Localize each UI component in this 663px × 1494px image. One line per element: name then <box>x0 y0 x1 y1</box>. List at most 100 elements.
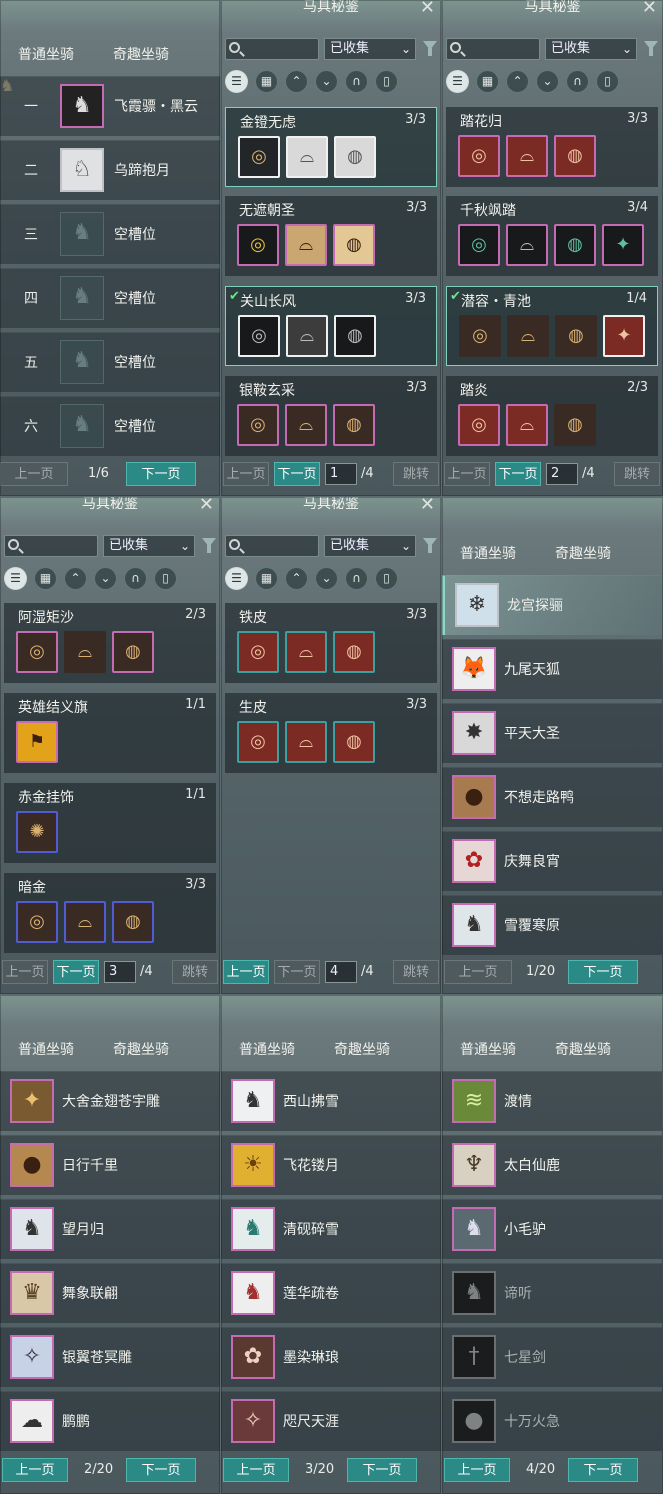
gear-set-item[interactable]: 踏花归 3/3 ◎ ⌓ ◍ <box>446 107 658 187</box>
tab-fun-mount[interactable]: 奇趣坐骑 <box>113 44 169 64</box>
armor-icon[interactable]: ◍ <box>333 631 375 673</box>
next-page-button[interactable]: 下一页 <box>274 462 320 486</box>
next-page-button[interactable]: 下一页 <box>53 960 99 984</box>
saddle-category-icon[interactable]: ⌄ <box>315 70 338 93</box>
close-icon[interactable]: ✕ <box>420 0 435 17</box>
saddle-icon[interactable]: ⌓ <box>64 901 106 943</box>
stirrup-category-icon[interactable]: ∩ <box>345 567 368 590</box>
slot-row-3[interactable]: 三 ♞ 空槽位 <box>0 204 220 264</box>
mount-row[interactable]: ♞ 西山拂雪 <box>221 1071 441 1131</box>
banner-icon[interactable]: ⚑ <box>16 721 58 763</box>
funnel-icon[interactable] <box>423 41 437 56</box>
saddle-category-icon[interactable]: ⌄ <box>94 567 117 590</box>
armor-icon[interactable]: ◍ <box>554 224 596 266</box>
armor-icon[interactable]: ◍ <box>333 224 375 266</box>
mount-row[interactable]: ✦ 大舍金翅苍宇雕 <box>0 1071 220 1131</box>
armor-icon[interactable]: ◍ <box>554 404 596 446</box>
mount-row[interactable]: ✿ 庆舞良宵 <box>442 831 662 891</box>
prev-page-button[interactable]: 上一页 <box>444 462 490 486</box>
stirrup-category-icon[interactable]: ∩ <box>566 70 589 93</box>
ornament-category-icon[interactable]: ▯ <box>154 567 177 590</box>
gear-set-item[interactable]: 无遮朝圣 3/3 ◎ ⌓ ◍ <box>225 196 437 276</box>
page-input[interactable]: 4 <box>325 961 357 983</box>
tab-normal-mount[interactable]: 普通坐骑 <box>239 1039 295 1059</box>
jump-button[interactable]: 跳转 <box>172 960 218 984</box>
grid-category-icon[interactable]: ▦ <box>476 70 499 93</box>
next-page-button[interactable]: 下一页 <box>347 1458 417 1482</box>
gear-set-item[interactable]: 踏炎 2/3 ◎ ⌓ ◍ <box>446 376 658 456</box>
next-page-button[interactable]: 下一页 <box>274 960 320 984</box>
slot-row-4[interactable]: 四 ♞ 空槽位 <box>0 268 220 328</box>
search-input[interactable] <box>4 535 98 557</box>
close-icon[interactable]: ✕ <box>199 497 214 514</box>
prev-page-button[interactable]: 上一页 <box>223 1458 289 1482</box>
mount-row[interactable]: † 七星剑 <box>442 1327 662 1387</box>
saddle-icon[interactable]: ⌓ <box>285 224 327 266</box>
tab-normal-mount[interactable]: 普通坐骑 <box>460 1039 516 1059</box>
bridle-icon[interactable]: ◎ <box>458 404 500 446</box>
collected-filter-select[interactable]: 已收集 ⌄ <box>324 535 416 557</box>
mount-row[interactable]: ● 十万火急 <box>442 1391 662 1451</box>
gear-set-item[interactable]: ✔ 关山长风 3/3 ◎ ⌓ ◍ <box>225 286 437 366</box>
armor-icon[interactable]: ◍ <box>334 136 376 178</box>
saddle-icon[interactable]: ⌓ <box>285 631 327 673</box>
mount-row[interactable]: ♞ 莲华疏卷 <box>221 1263 441 1323</box>
armor-icon[interactable]: ◍ <box>333 721 375 763</box>
mount-row[interactable]: ♛ 舞象联翩 <box>0 1263 220 1323</box>
saddle-icon[interactable]: ⌓ <box>286 315 328 357</box>
head-category-icon[interactable]: ⌃ <box>506 70 529 93</box>
gear-set-item[interactable]: 铁皮 3/3 ◎ ⌓ ◍ <box>225 603 437 683</box>
armor-icon[interactable]: ◍ <box>333 404 375 446</box>
mount-row[interactable]: ♞ 谛听 <box>442 1263 662 1323</box>
collected-filter-select[interactable]: 已收集 ⌄ <box>545 38 637 60</box>
bridle-icon[interactable]: ◎ <box>237 721 279 763</box>
collected-filter-select[interactable]: 已收集 ⌄ <box>324 38 416 60</box>
prev-page-button[interactable]: 上一页 <box>223 462 269 486</box>
jump-button[interactable]: 跳转 <box>393 462 439 486</box>
next-page-button[interactable]: 下一页 <box>126 462 196 486</box>
bridle-icon[interactable]: ◎ <box>238 136 280 178</box>
armor-icon[interactable]: ◍ <box>555 315 597 357</box>
saddle-icon[interactable]: ⌓ <box>285 721 327 763</box>
slot-row-2[interactable]: 二 ♘ 乌蹄抱月 <box>0 140 220 200</box>
ornament-icon[interactable]: ✦ <box>602 224 644 266</box>
grid-category-icon[interactable]: ▦ <box>255 567 278 590</box>
tab-normal-mount[interactable]: 普通坐骑 <box>18 1039 74 1059</box>
prev-page-button[interactable]: 上一页 <box>444 960 512 984</box>
mount-row[interactable]: ❄ 龙宫探骊 <box>442 575 662 635</box>
close-icon[interactable]: ✕ <box>420 497 435 514</box>
mount-row[interactable]: ● 不想走路鸭 <box>442 767 662 827</box>
next-page-button[interactable]: 下一页 <box>495 462 541 486</box>
armor-icon[interactable]: ◍ <box>112 631 154 673</box>
mount-row[interactable]: ♆ 太白仙鹿 <box>442 1135 662 1195</box>
prev-page-button[interactable]: 上一页 <box>2 1458 68 1482</box>
gear-set-item[interactable]: 千秋飒踏 3/4 ◎ ⌓ ◍ ✦ <box>446 196 658 276</box>
prev-page-button[interactable]: 上一页 <box>444 1458 510 1482</box>
bridle-icon[interactable]: ◎ <box>237 404 279 446</box>
gear-set-item[interactable]: 英雄结义旗 1/1 ⚑ <box>4 693 216 773</box>
bridle-icon[interactable]: ◎ <box>237 631 279 673</box>
funnel-icon[interactable] <box>423 538 437 553</box>
saddle-icon[interactable]: ⌓ <box>506 224 548 266</box>
close-icon[interactable]: ✕ <box>642 0 657 17</box>
saddle-category-icon[interactable]: ⌄ <box>315 567 338 590</box>
tab-normal-mount[interactable]: 普通坐骑 <box>460 543 516 563</box>
slot-row-1[interactable]: 一 ♞ 飞霞骠・黑云 <box>0 76 220 136</box>
mount-row[interactable]: ☀ 飞花镂月 <box>221 1135 441 1195</box>
saddle-icon[interactable]: ⌓ <box>286 136 328 178</box>
all-category-icon[interactable]: ☰ <box>4 567 27 590</box>
mount-row[interactable]: ♞ 雪覆寒原 <box>442 895 662 955</box>
mount-row[interactable]: ≋ 渡情 <box>442 1071 662 1131</box>
ornament-icon[interactable]: ✦ <box>603 315 645 357</box>
saddle-category-icon[interactable]: ⌄ <box>536 70 559 93</box>
page-input[interactable]: 3 <box>104 961 136 983</box>
search-input[interactable] <box>446 38 540 60</box>
grid-category-icon[interactable]: ▦ <box>34 567 57 590</box>
mount-row[interactable]: ♞ 望月归 <box>0 1199 220 1259</box>
ornament-category-icon[interactable]: ▯ <box>375 70 398 93</box>
mount-row[interactable]: ☁ 鹏鹏 <box>0 1391 220 1451</box>
head-category-icon[interactable]: ⌃ <box>285 70 308 93</box>
gear-set-item[interactable]: 金镫无虑 3/3 ◎ ⌓ ◍ <box>225 107 437 187</box>
mount-row[interactable]: 🦊 九尾天狐 <box>442 639 662 699</box>
head-category-icon[interactable]: ⌃ <box>285 567 308 590</box>
